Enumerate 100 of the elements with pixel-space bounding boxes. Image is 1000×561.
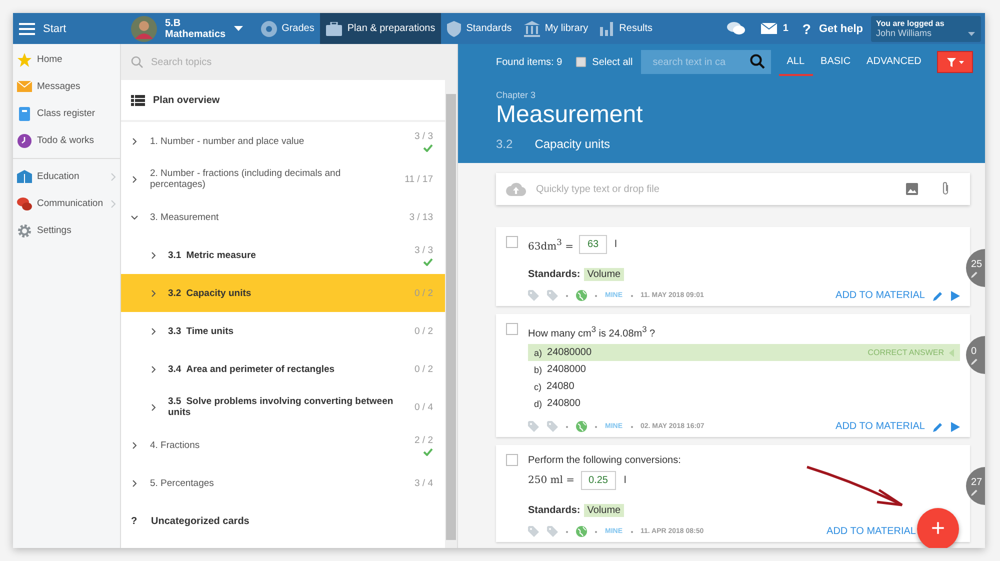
- progress-count: 0 / 2: [414, 288, 433, 298]
- pencil-icon[interactable]: [933, 422, 943, 432]
- chevron-right-icon: [150, 290, 157, 296]
- pencil-icon[interactable]: [933, 290, 943, 300]
- topic-item[interactable]: Uncategorized cards: [151, 516, 250, 526]
- add-to-material-link[interactable]: ADD TO MATERIAL: [826, 526, 916, 538]
- topic-title: 3.4 Area and perimeter of rectangles: [168, 364, 336, 374]
- separator-dot: [630, 426, 632, 428]
- chevron-right-icon: [150, 252, 157, 258]
- add-to-material-link[interactable]: ADD TO MATERIAL: [836, 421, 925, 432]
- progress-count: 11 / 17: [404, 174, 433, 184]
- search-icon: [131, 56, 143, 68]
- option-letter: d): [534, 398, 542, 409]
- sidebar-item[interactable]: Home: [13, 46, 120, 73]
- filter-tab[interactable]: ADVANCED: [858, 48, 930, 76]
- sidebar-item[interactable]: Todo & works: [13, 127, 120, 154]
- nav-tab[interactable]: My library: [518, 13, 594, 44]
- answer-field[interactable]: 0.25: [580, 471, 616, 490]
- topic-item[interactable]: 3. Measurement 3 / 13: [121, 198, 445, 236]
- filter-tab[interactable]: ALL: [778, 48, 813, 76]
- separator-dot: [566, 530, 568, 533]
- progress-count: 2 / 2: [414, 434, 433, 446]
- topic-item[interactable]: 3.5 Solve problems involving converting between units 0 / 4: [121, 388, 445, 426]
- paperclip-icon[interactable]: [941, 181, 950, 196]
- quick-input-field[interactable]: Quickly type text or drop file: [496, 173, 970, 205]
- image-icon[interactable]: [906, 183, 918, 195]
- filter-tab[interactable]: BASIC: [812, 48, 859, 76]
- sidebar-item[interactable]: Settings: [13, 217, 120, 244]
- play-icon[interactable]: [951, 290, 960, 300]
- topic-item[interactable]: 3.3 Time units 0 / 2: [121, 312, 445, 350]
- answer-field[interactable]: 63: [579, 235, 607, 254]
- topic-item[interactable]: 1. Number - number and place value 3 / 3: [121, 122, 445, 160]
- clock-icon: [17, 134, 32, 148]
- card-checkbox[interactable]: [506, 236, 518, 248]
- messages-button[interactable]: 1: [760, 23, 788, 34]
- scrollbar[interactable]: [445, 80, 457, 548]
- briefcase-icon: [326, 22, 342, 36]
- sidebar-item[interactable]: Class register: [13, 100, 120, 127]
- topic-item[interactable]: 3.1 Metric measure 3 / 3: [121, 236, 445, 274]
- nav-tab[interactable]: Standards: [441, 13, 518, 44]
- sidebar-item[interactable]: Communication: [13, 190, 120, 217]
- separator-dot: [630, 530, 632, 533]
- menu-button[interactable]: Start: [13, 13, 121, 44]
- help-button[interactable]: ? Get help: [802, 20, 863, 36]
- search-icon: [750, 54, 765, 69]
- option-text: 24080000: [547, 347, 593, 358]
- user-menu[interactable]: You are logged as John Williams: [871, 16, 981, 42]
- tag-icon[interactable]: [528, 421, 539, 432]
- section-number: 3.2: [496, 137, 513, 151]
- bar-chart-icon: [600, 22, 614, 36]
- search-field[interactable]: search text in ca: [640, 50, 771, 74]
- question-text: How many cm$^{3}$ is 24.08m$^{3}$ ?: [528, 324, 656, 340]
- class-selector[interactable]: 5.B Mathematics: [121, 13, 255, 44]
- topic-title: 1. Number - number and place value: [150, 136, 306, 146]
- topic-item[interactable]: 5. Percentages 3 / 4: [121, 464, 445, 502]
- card-checkbox[interactable]: [506, 454, 518, 466]
- grades-icon: [260, 20, 277, 36]
- tag-icon[interactable]: [547, 290, 558, 301]
- tag-icon[interactable]: [528, 290, 539, 301]
- question-text: 63dm$^{3}$ =: [528, 236, 574, 252]
- topic-item[interactable]: 4. Fractions 2 / 2: [121, 426, 445, 464]
- topic-item[interactable]: 2. Number - fractions (including decimals and percentages) 11 / 17: [121, 160, 445, 198]
- sidebar-item[interactable]: Messages: [13, 73, 120, 100]
- sidebar-item[interactable]: Education: [13, 163, 120, 190]
- select-all-checkbox[interactable]: Select all: [576, 56, 633, 68]
- nav-tab[interactable]: Plan & preparations: [320, 13, 442, 44]
- topic-title: 3.2 Capacity units: [168, 288, 252, 298]
- section-heading: Plan overview: [153, 94, 220, 106]
- topic-item[interactable]: 3.4 Area and perimeter of rectangles 0 / 2: [121, 350, 445, 388]
- library-icon: [524, 20, 540, 36]
- score-badge: 0: [966, 336, 985, 374]
- chat-icon: [17, 196, 32, 210]
- progress-count: 3 / 13: [409, 212, 433, 222]
- topic-title: 4. Fractions: [150, 440, 201, 450]
- nav-tab[interactable]: Grades: [254, 13, 320, 44]
- filter-button[interactable]: [937, 51, 973, 73]
- caret-icon: [234, 26, 243, 31]
- tag-icon[interactable]: [528, 526, 539, 538]
- add-to-material-link[interactable]: ADD TO MATERIAL: [836, 290, 925, 301]
- chevron-right-icon: [131, 138, 138, 144]
- card-checkbox[interactable]: [506, 323, 518, 335]
- option-text: 2408000: [547, 364, 587, 376]
- tag-icon[interactable]: [547, 421, 558, 432]
- chevron-right-icon: [150, 366, 157, 372]
- option-letter: c): [534, 382, 542, 392]
- question-text: Perform the following conversions:: [528, 455, 682, 466]
- topic-item[interactable]: 3.2 Capacity units 0 / 2: [121, 274, 445, 312]
- topic-search-field[interactable]: Search topics: [121, 44, 457, 80]
- separator-dot: [595, 426, 597, 428]
- chat-icon[interactable]: [726, 21, 745, 36]
- standard-tag: Volume: [584, 504, 624, 518]
- caret-left-icon: [949, 348, 954, 357]
- play-icon[interactable]: [951, 422, 960, 432]
- tag-icon[interactable]: [547, 526, 558, 538]
- progress-count: 3 / 4: [414, 478, 433, 488]
- chevron-right-icon: [131, 176, 138, 182]
- progress-count: 3 / 3: [414, 130, 433, 142]
- cloud-upload-icon: [506, 182, 526, 196]
- envelope-icon: [760, 23, 777, 34]
- nav-tab[interactable]: Results: [594, 13, 659, 44]
